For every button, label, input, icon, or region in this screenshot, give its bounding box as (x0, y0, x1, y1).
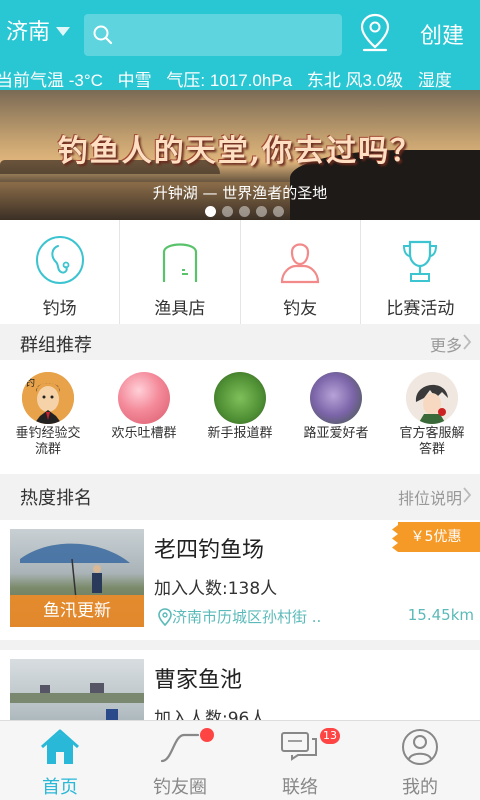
tab-profile[interactable]: 我的 (360, 721, 480, 800)
create-button[interactable]: 创建 (420, 18, 464, 50)
group-item[interactable]: 官方客服解答群 (384, 360, 480, 474)
anime-character-icon (406, 372, 458, 424)
joined-count: 加入人数:138人 (154, 579, 278, 599)
rank-rules-link[interactable]: 排位说明 (398, 485, 462, 509)
weather-ticker: 当前气温 -3°C 中雪 气压: 1017.0hPa 东北 风3.0级 湿度 (0, 66, 480, 90)
group-avatar (118, 372, 170, 424)
group-item[interactable]: 钓 垂钓经验交流群 (0, 360, 96, 474)
pager-dot[interactable] (256, 206, 267, 217)
category-anglers[interactable]: 钓友 (241, 220, 361, 324)
pager-dot[interactable] (222, 206, 233, 217)
ranking-row[interactable]: 鱼汛更新 老四钓鱼场 ￥5优惠 加入人数:138人 济南市历城区孙村街 .. 1… (0, 520, 480, 640)
city-label: 济南 (6, 20, 51, 45)
home-icon (41, 729, 79, 764)
group-label: 官方客服解答群 (399, 426, 465, 457)
pager-dot[interactable] (205, 206, 216, 217)
curve-chart-icon (160, 733, 200, 763)
group-section-header: 群组推荐 更多 (0, 324, 480, 360)
category-contests[interactable]: 比赛活动 (361, 220, 480, 324)
group-label: 垂钓经验交流群 (15, 426, 81, 457)
group-list: 钓 垂钓经验交流群 欢乐吐槽群 新手报道群 路亚爱好者 官方客服解答群 (0, 360, 480, 474)
map-pin-icon (158, 607, 172, 626)
chevron-right-icon[interactable] (462, 334, 472, 350)
search-input[interactable] (114, 14, 342, 56)
weather-pressure: 气压: 1017.0hPa (166, 71, 293, 90)
weather-wind: 东北 风3.0级 (306, 71, 404, 90)
tab-label: 联络 (282, 777, 318, 798)
map-pin-icon[interactable] (358, 12, 392, 52)
weather-temp: 当前气温 -3°C (0, 71, 103, 90)
address-text: 济南市历城区孙村街 .. (172, 608, 322, 626)
category-label: 钓场 (42, 299, 77, 319)
shop-door-icon (162, 243, 197, 282)
group-label: 路亚爱好者 (303, 426, 369, 441)
unread-badge: 13 (320, 728, 340, 744)
bottom-tab-bar: 首页 钓友圈 联络 我的 (0, 720, 480, 800)
rank-section-header: 热度排名 排位说明 (0, 476, 480, 512)
group-label: 新手报道群 (207, 426, 273, 441)
promo-banner[interactable]: 钓鱼人的天堂,你去过吗？ 升钟湖 — 世界渔者的圣地 (0, 90, 480, 220)
user-circle-icon (402, 729, 438, 765)
location-pin-icon (35, 236, 84, 284)
weather-condition: 中雪 (117, 71, 152, 90)
trophy-icon (403, 240, 438, 282)
coupon-badge[interactable]: ￥5优惠 (392, 522, 480, 552)
spot-name: 老四钓鱼场 (154, 538, 265, 563)
chat-bubbles-icon (281, 732, 317, 761)
group-avatar (310, 372, 362, 424)
tab-moments[interactable]: 钓友圈 (120, 721, 240, 800)
top-header: 济南 创建 当前气温 -3°C 中雪 气压: 1017.0hPa 东北 风3.0… (0, 0, 480, 90)
header-row: 济南 创建 (0, 0, 480, 64)
spot-thumbnail: 鱼汛更新 (10, 529, 144, 627)
spot-name: 曹家鱼池 (154, 668, 243, 693)
category-label: 比赛活动 (386, 299, 455, 319)
search-icon (93, 25, 113, 45)
tab-label: 我的 (402, 777, 438, 798)
spot-distance: 15.45km (407, 606, 474, 624)
group-avatar (406, 372, 458, 424)
banner-subtitle: 升钟湖 — 世界渔者的圣地 (152, 184, 328, 202)
banner-title: 钓鱼人的天堂,你去过吗？ (57, 134, 423, 169)
category-label: 钓友 (283, 299, 318, 319)
notification-dot (200, 728, 214, 742)
chevron-down-icon (56, 26, 71, 36)
more-link[interactable]: 更多 (430, 332, 462, 356)
category-grid: 钓场 渔具店 钓友 比赛活动 (0, 220, 480, 324)
category-label: 渔具店 (154, 299, 206, 319)
thumb-caption: 鱼汛更新 (10, 595, 144, 627)
person-icon (281, 243, 320, 284)
pager-dot[interactable] (273, 206, 284, 217)
weather-humidity: 湿度 (417, 71, 452, 90)
tab-contacts[interactable]: 联络 (240, 721, 360, 800)
group-label: 欢乐吐槽群 (111, 426, 177, 441)
category-fishing-spot[interactable]: 钓场 (0, 220, 121, 324)
group-item[interactable]: 欢乐吐槽群 (96, 360, 192, 474)
group-avatar (214, 372, 266, 424)
spot-address: 济南市历城区孙村街 .. (158, 606, 321, 627)
group-avatar: 钓 (22, 372, 74, 424)
banner-pager (205, 206, 284, 217)
tab-label: 首页 (42, 777, 78, 798)
svg-text:钓: 钓 (25, 376, 35, 389)
section-title: 群组推荐 (20, 335, 92, 356)
category-tackle-shop[interactable]: 渔具店 (120, 220, 241, 324)
pager-dot[interactable] (239, 206, 250, 217)
chevron-right-icon[interactable] (462, 487, 472, 503)
section-title: 热度排名 (20, 488, 92, 509)
city-selector[interactable]: 济南 (6, 14, 71, 46)
group-item[interactable]: 新手报道群 (192, 360, 288, 474)
tab-label: 钓友圈 (153, 777, 207, 798)
cartoon-face-icon: 钓 (22, 372, 74, 424)
tab-home[interactable]: 首页 (0, 721, 120, 800)
group-item[interactable]: 路亚爱好者 (288, 360, 384, 474)
search-box[interactable] (84, 14, 342, 56)
